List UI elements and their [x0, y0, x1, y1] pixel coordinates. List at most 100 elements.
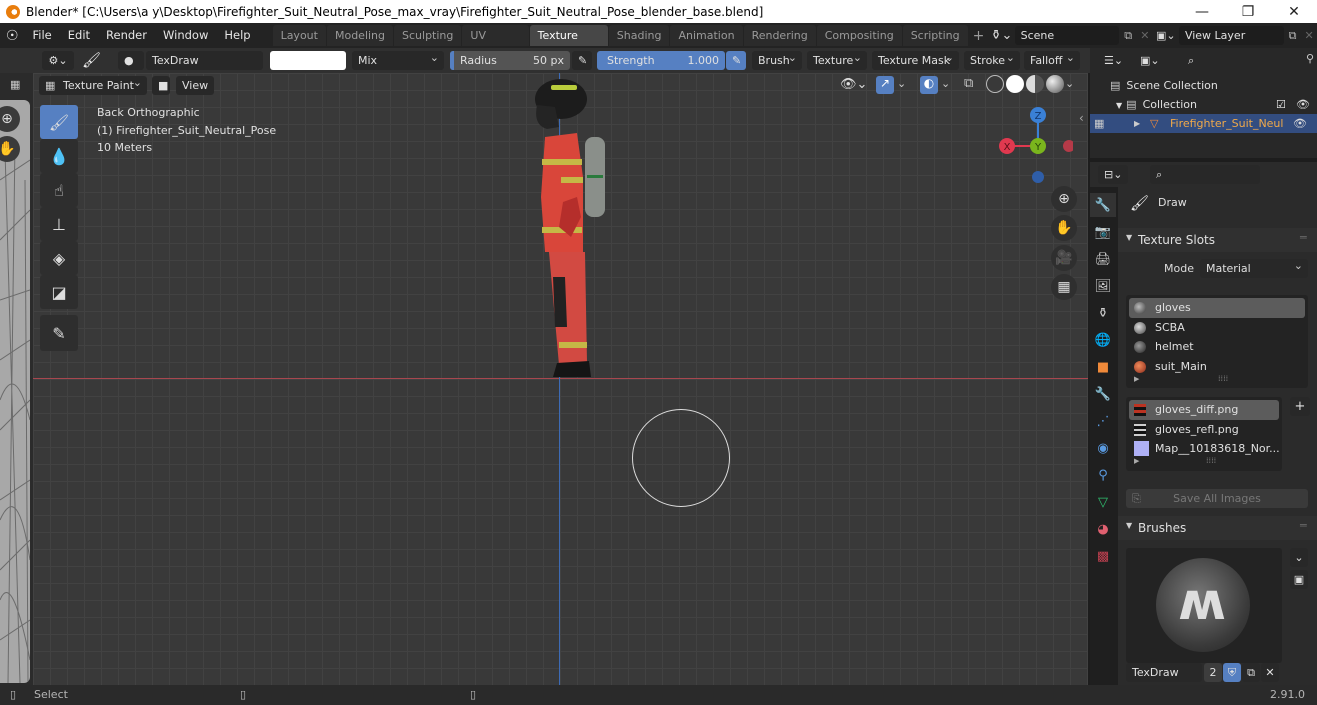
camera-view-icon[interactable]: 🎥	[1051, 245, 1077, 271]
delete-view-layer-icon[interactable]: ✕	[1301, 29, 1317, 42]
strength-slider[interactable]: Strength 1.000	[597, 51, 725, 70]
outliner-item-scene-collection[interactable]: ▤ Scene Collection	[1110, 76, 1218, 95]
tab-sculpting[interactable]: Sculpting	[394, 25, 462, 46]
material-slot-list[interactable]: gloves SCBA helmet suit_Main ▶ ⁞⁞⁞⁞	[1126, 295, 1308, 388]
gizmo-neg-z-axis[interactable]	[1032, 171, 1044, 183]
material-slot-helmet[interactable]: helmet	[1129, 337, 1305, 357]
tool-options-icon[interactable]: ⚙⌄	[42, 51, 74, 70]
expand-arrow-icon[interactable]: ▼	[1116, 101, 1122, 110]
tab-shading[interactable]: Shading	[608, 25, 670, 46]
tool-properties-tab-icon[interactable]: 🔧	[1090, 193, 1116, 217]
list-resize-handle[interactable]: ⁞⁞⁞⁞	[1218, 374, 1228, 383]
duplicate-brush-icon[interactable]: ⧉	[1242, 663, 1260, 682]
blender-menu-icon[interactable]: ☉	[0, 28, 25, 44]
tab-scripting[interactable]: Scripting	[902, 25, 968, 46]
radius-slider[interactable]: Radius 50 px	[450, 51, 570, 70]
tab-uv-editing[interactable]: UV Editing	[462, 25, 529, 63]
scene-selector-icon[interactable]: ⚱⌄	[988, 28, 1014, 43]
view-layer-icon[interactable]: ▣⌄	[1153, 29, 1179, 42]
world-properties-tab-icon[interactable]: 🌐	[1090, 328, 1116, 352]
brush-image-icon[interactable]: ▣	[1290, 570, 1308, 589]
add-texture-slot-button[interactable]: +	[1290, 397, 1310, 416]
mask-tool-icon[interactable]: ◪	[40, 275, 78, 309]
image-slot-gloves-diff[interactable]: gloves_diff.png	[1129, 400, 1279, 420]
tab-compositing[interactable]: Compositing	[816, 25, 902, 46]
outliner-filter-icon[interactable]: ▣⌄	[1134, 51, 1166, 70]
brush-preview[interactable]: ʍ	[1126, 548, 1282, 663]
sidebar-toggle-icon[interactable]: ‹	[1079, 111, 1084, 125]
menu-help[interactable]: Help	[216, 23, 258, 48]
mode-dropdown[interactable]: ▦ Texture Paint	[39, 73, 147, 95]
menu-render[interactable]: Render	[98, 23, 155, 48]
list-expand-icon[interactable]: ▶	[1134, 457, 1139, 465]
outliner-search-input[interactable]: ⌕	[1182, 51, 1292, 70]
material-shading-icon[interactable]	[1026, 75, 1044, 93]
blend-mode-dropdown[interactable]: Mix	[352, 48, 444, 70]
zoom-view-icon[interactable]: ⊕	[1051, 186, 1077, 212]
view-menu[interactable]: View	[176, 76, 214, 95]
fake-user-shield-icon[interactable]: ⛨	[1223, 663, 1241, 682]
gizmo-neg-x-axis[interactable]	[1063, 140, 1073, 152]
shading-dropdown-icon[interactable]: ⌄	[1065, 77, 1074, 90]
overlay-toggle-icon[interactable]: ◐	[920, 76, 938, 94]
material-slot-suit-main[interactable]: suit_Main	[1129, 357, 1305, 377]
panel-drag-handle-icon[interactable]: ═	[1300, 519, 1307, 532]
scene-properties-tab-icon[interactable]: ⚱	[1090, 301, 1116, 325]
output-properties-tab-icon[interactable]: 🖨	[1090, 247, 1116, 271]
data-properties-tab-icon[interactable]: ▽	[1090, 490, 1116, 514]
brush-name-field[interactable]: TexDraw	[1126, 663, 1202, 682]
radius-pressure-icon[interactable]: ✎	[572, 51, 592, 70]
tab-modeling[interactable]: Modeling	[326, 25, 394, 46]
panel-drag-handle-icon[interactable]: ═	[1300, 231, 1307, 244]
texture-slots-panel-header[interactable]: ▼ Texture Slots ═	[1118, 228, 1317, 252]
render-properties-tab-icon[interactable]: 📷	[1090, 220, 1116, 244]
annotate-tool-icon[interactable]: ✎	[40, 315, 78, 351]
tab-animation[interactable]: Animation	[670, 25, 743, 46]
brush-list-dropdown-icon[interactable]: ⌄	[1290, 548, 1308, 567]
unlink-brush-icon[interactable]: ✕	[1261, 663, 1279, 682]
solid-shading-icon[interactable]	[1006, 75, 1024, 93]
view-layer-field[interactable]: View Layer	[1178, 26, 1284, 45]
menu-file[interactable]: File	[25, 23, 60, 48]
draw-tool-icon[interactable]: 🖌	[40, 105, 78, 139]
navigation-gizmo[interactable]: Z X Y	[993, 103, 1073, 183]
brush-menu[interactable]: Brush	[752, 48, 802, 70]
texture-properties-tab-icon[interactable]: ▩	[1090, 544, 1116, 568]
menu-edit[interactable]: Edit	[60, 23, 98, 48]
modifier-properties-tab-icon[interactable]: 🔧	[1090, 382, 1116, 406]
expand-arrow-icon[interactable]: ▶	[1134, 114, 1140, 133]
physics-properties-tab-icon[interactable]: ◉	[1090, 436, 1116, 460]
image-slot-gloves-refl[interactable]: gloves_refl.png	[1129, 420, 1279, 440]
strength-pressure-icon[interactable]: ✎	[726, 51, 746, 70]
gizmo-dropdown-icon[interactable]: ⌄	[897, 77, 906, 90]
properties-search-input[interactable]: ⌕	[1150, 165, 1260, 184]
tab-texture-paint[interactable]: Texture Paint	[529, 25, 608, 63]
visibility-eye-icon[interactable]: 👁	[1293, 114, 1307, 133]
material-properties-tab-icon[interactable]: ◕	[1090, 517, 1116, 541]
outliner-item-firefighter[interactable]: ▦ ▶ ▽ Firefighter_Suit_Neul 👁	[1090, 114, 1317, 133]
close-button[interactable]: ✕	[1271, 0, 1317, 23]
smear-tool-icon[interactable]: ☝	[40, 173, 78, 207]
add-workspace-button[interactable]: +	[969, 28, 989, 44]
minimize-button[interactable]: —	[1179, 0, 1225, 23]
stroke-menu[interactable]: Stroke	[964, 48, 1020, 70]
brush-color-swatch[interactable]	[270, 51, 346, 70]
material-slot-gloves[interactable]: gloves	[1129, 298, 1305, 318]
brush-preview-icon[interactable]: ●	[118, 51, 144, 70]
texture-paint-mode-icon[interactable]: ▦	[10, 78, 20, 91]
xray-toggle-icon[interactable]: ⧉	[964, 76, 973, 91]
toggle-ortho-icon[interactable]: ▦	[1051, 274, 1077, 300]
overlay-dropdown-icon[interactable]: ⌄	[941, 77, 950, 90]
brushes-panel-header[interactable]: ▼ Brushes ═	[1118, 516, 1317, 540]
gizmo-toggle-icon[interactable]: ↗	[876, 76, 894, 94]
texture-slot-mode-dropdown[interactable]: Material	[1200, 256, 1308, 278]
paint-mask-toggle-icon[interactable]: ■	[152, 76, 170, 95]
list-expand-icon[interactable]: ▶	[1134, 375, 1139, 383]
outliner-filter-funnel-icon[interactable]: ⚲	[1306, 52, 1314, 65]
falloff-menu[interactable]: Falloff	[1024, 48, 1080, 70]
object-properties-tab-icon[interactable]: ■	[1090, 355, 1116, 379]
constraints-properties-tab-icon[interactable]: ⚲	[1090, 463, 1116, 487]
wireframe-shading-icon[interactable]	[986, 75, 1004, 93]
3d-viewport[interactable]: ▦ Texture Paint ■ View 👁⌄ ↗ ⌄ ◐ ⌄ ⧉ ⌄ Ba…	[33, 73, 1088, 685]
image-slot-list[interactable]: gloves_diff.png gloves_refl.png Map__101…	[1126, 397, 1282, 471]
